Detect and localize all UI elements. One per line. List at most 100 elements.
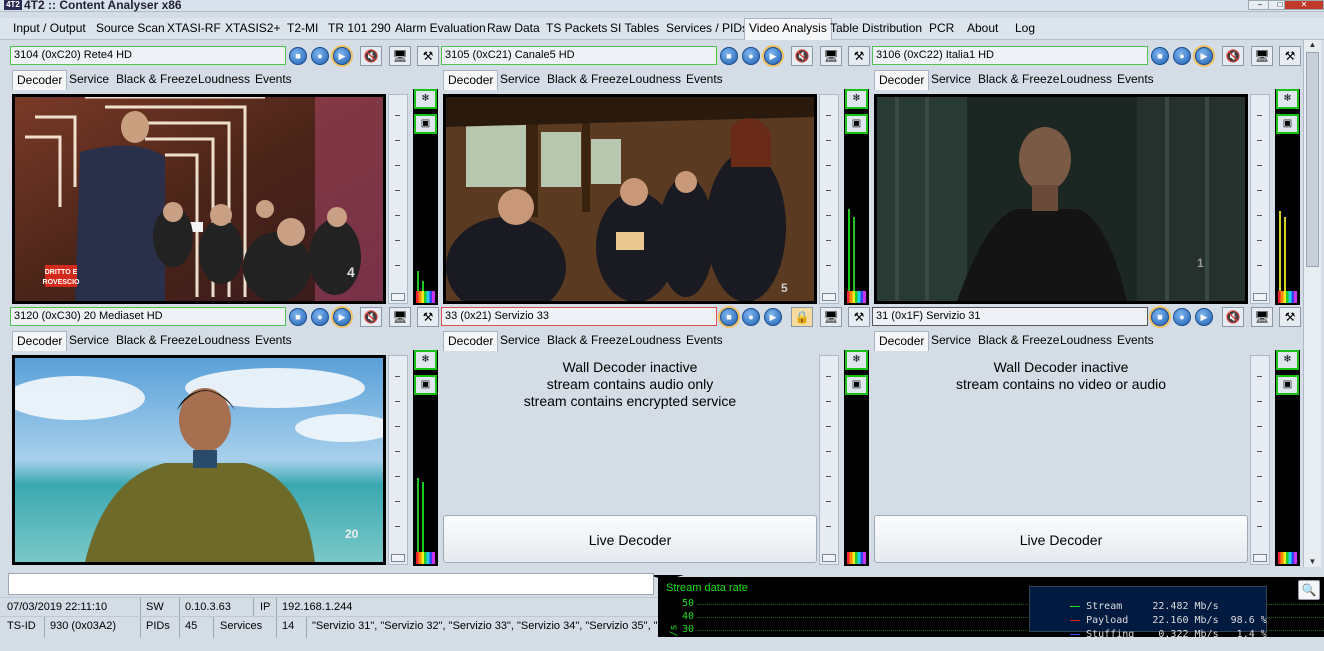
mute-icon[interactable]: 🔇 bbox=[791, 46, 813, 66]
slider-knob[interactable] bbox=[1253, 554, 1267, 562]
snowflake-icon[interactable]: ❄ bbox=[1276, 350, 1299, 370]
tab-service[interactable]: Service bbox=[500, 333, 540, 347]
stop-button[interactable]: ■ bbox=[289, 308, 307, 326]
tab-pcr[interactable]: PCR bbox=[928, 21, 955, 35]
monitor-icon[interactable]: 🖥 bbox=[389, 307, 411, 327]
channel-select[interactable]: 3104 (0xC20) Rete4 HD bbox=[10, 46, 286, 65]
tab-decoder[interactable]: Decoder bbox=[443, 70, 499, 90]
level-slider[interactable] bbox=[819, 355, 839, 565]
monitor-icon[interactable]: 🖥 bbox=[820, 307, 842, 327]
lock-icon[interactable]: 🔒 bbox=[791, 307, 813, 327]
level-slider[interactable] bbox=[819, 94, 839, 304]
stop-button[interactable]: ■ bbox=[720, 47, 738, 65]
scroll-down-arrow-icon[interactable]: ▼ bbox=[1306, 557, 1319, 567]
record-button[interactable]: ● bbox=[1173, 47, 1191, 65]
snowflake-icon[interactable]: ❄ bbox=[845, 350, 868, 370]
stop-button[interactable]: ■ bbox=[1151, 308, 1169, 326]
tab-t2-mi[interactable]: T2-MI bbox=[286, 21, 319, 35]
tab-service[interactable]: Service bbox=[931, 333, 971, 347]
stop-button[interactable]: ■ bbox=[720, 308, 738, 326]
close-window-button[interactable]: ✕ bbox=[1284, 0, 1324, 10]
record-button[interactable]: ● bbox=[1173, 308, 1191, 326]
mute-icon[interactable]: 🔇 bbox=[360, 46, 382, 66]
play-button[interactable]: ▶ bbox=[764, 308, 782, 326]
tab-table-distribution[interactable]: Table Distribution bbox=[829, 21, 923, 35]
tab-decoder[interactable]: Decoder bbox=[12, 331, 68, 351]
settings-tools-icon[interactable]: ⚒ bbox=[848, 46, 870, 66]
scroll-up-arrow-icon[interactable]: ▲ bbox=[1306, 40, 1319, 50]
play-button[interactable]: ▶ bbox=[1195, 308, 1213, 326]
record-button[interactable]: ● bbox=[742, 47, 760, 65]
tab-events[interactable]: Events bbox=[255, 72, 292, 86]
snowflake-icon[interactable]: ❄ bbox=[414, 89, 437, 109]
tab-black-freeze[interactable]: Black & Freeze bbox=[547, 72, 628, 86]
record-button[interactable]: ● bbox=[742, 308, 760, 326]
monitor-icon[interactable]: 🖥 bbox=[1251, 307, 1273, 327]
tab-black-freeze[interactable]: Black & Freeze bbox=[116, 72, 197, 86]
tab-service[interactable]: Service bbox=[931, 72, 971, 86]
settings-tools-icon[interactable]: ⚒ bbox=[848, 307, 870, 327]
monitor-icon[interactable]: 🖥 bbox=[820, 46, 842, 66]
slider-knob[interactable] bbox=[822, 293, 836, 301]
channel-select[interactable]: 3106 (0xC22) Italia1 HD bbox=[872, 46, 1148, 65]
channel-select[interactable]: 3120 (0xC30) 20 Mediaset HD bbox=[10, 307, 286, 326]
tab-about[interactable]: About bbox=[966, 21, 999, 35]
settings-tools-icon[interactable]: ⚒ bbox=[1279, 46, 1301, 66]
mute-icon[interactable]: 🔇 bbox=[1222, 46, 1244, 66]
tab-events[interactable]: Events bbox=[255, 333, 292, 347]
tab-loudness[interactable]: Loudness bbox=[198, 333, 250, 347]
monitor-icon[interactable]: 🖥 bbox=[1251, 46, 1273, 66]
screen-icon[interactable]: ▣ bbox=[845, 375, 868, 395]
tab-input-output[interactable]: Input / Output bbox=[12, 21, 87, 35]
snowflake-icon[interactable]: ❄ bbox=[1276, 89, 1299, 109]
tab-ts-packets[interactable]: TS Packets bbox=[545, 21, 608, 35]
channel-select[interactable]: 33 (0x21) Servizio 33 bbox=[441, 307, 717, 326]
level-slider[interactable] bbox=[388, 94, 408, 304]
tab-events[interactable]: Events bbox=[686, 72, 723, 86]
tab-source-scan[interactable]: Source Scan bbox=[95, 21, 166, 35]
tab-loudness[interactable]: Loudness bbox=[629, 72, 681, 86]
slider-knob[interactable] bbox=[822, 554, 836, 562]
snowflake-icon[interactable]: ❄ bbox=[845, 89, 868, 109]
tab-service[interactable]: Service bbox=[69, 333, 109, 347]
live-decoder-button[interactable]: Live Decoder bbox=[874, 515, 1248, 563]
tab-decoder[interactable]: Decoder bbox=[443, 331, 499, 351]
tab-events[interactable]: Events bbox=[1117, 72, 1154, 86]
screen-icon[interactable]: ▣ bbox=[1276, 375, 1299, 395]
channel-select[interactable]: 3105 (0xC21) Canale5 HD bbox=[441, 46, 717, 65]
stop-button[interactable]: ■ bbox=[1151, 47, 1169, 65]
tab-si-tables[interactable]: SI Tables bbox=[609, 21, 660, 35]
tab-service[interactable]: Service bbox=[69, 72, 109, 86]
tab-events[interactable]: Events bbox=[686, 333, 723, 347]
channel-select[interactable]: 31 (0x1F) Servizio 31 bbox=[872, 307, 1148, 326]
live-decoder-button[interactable]: Live Decoder bbox=[443, 515, 817, 563]
mute-icon[interactable]: 🔇 bbox=[360, 307, 382, 327]
tab-services-pids[interactable]: Services / PIDs bbox=[665, 21, 749, 35]
settings-tools-icon[interactable]: ⚒ bbox=[1279, 307, 1301, 327]
tab-loudness[interactable]: Loudness bbox=[1060, 72, 1112, 86]
level-slider[interactable] bbox=[388, 355, 408, 565]
tab-loudness[interactable]: Loudness bbox=[1060, 333, 1112, 347]
record-button[interactable]: ● bbox=[311, 47, 329, 65]
monitor-icon[interactable]: 🖥 bbox=[389, 46, 411, 66]
screen-icon[interactable]: ▣ bbox=[1276, 114, 1299, 134]
play-button[interactable]: ▶ bbox=[333, 308, 351, 326]
play-button[interactable]: ▶ bbox=[333, 47, 351, 65]
tab-decoder[interactable]: Decoder bbox=[12, 70, 68, 90]
tab-xtasi-rf[interactable]: XTASI-RF bbox=[166, 21, 222, 35]
screen-icon[interactable]: ▣ bbox=[414, 114, 437, 134]
snowflake-icon[interactable]: ❄ bbox=[414, 350, 437, 370]
tab-black-freeze[interactable]: Black & Freeze bbox=[116, 333, 197, 347]
play-button[interactable]: ▶ bbox=[764, 47, 782, 65]
tab-log[interactable]: Log bbox=[1014, 21, 1036, 35]
tab-black-freeze[interactable]: Black & Freeze bbox=[978, 72, 1059, 86]
tab-loudness[interactable]: Loudness bbox=[629, 333, 681, 347]
tab-tr-101-290[interactable]: TR 101 290 bbox=[327, 21, 392, 35]
settings-tools-icon[interactable]: ⚒ bbox=[417, 307, 439, 327]
tab-xtasis2[interactable]: XTASIS2+ bbox=[224, 21, 281, 35]
settings-tools-icon[interactable]: ⚒ bbox=[417, 46, 439, 66]
tab-alarm-evaluation[interactable]: Alarm Evaluation bbox=[394, 21, 487, 35]
level-slider[interactable] bbox=[1250, 94, 1270, 304]
scrollbar-thumb[interactable] bbox=[1306, 52, 1319, 267]
play-button[interactable]: ▶ bbox=[1195, 47, 1213, 65]
